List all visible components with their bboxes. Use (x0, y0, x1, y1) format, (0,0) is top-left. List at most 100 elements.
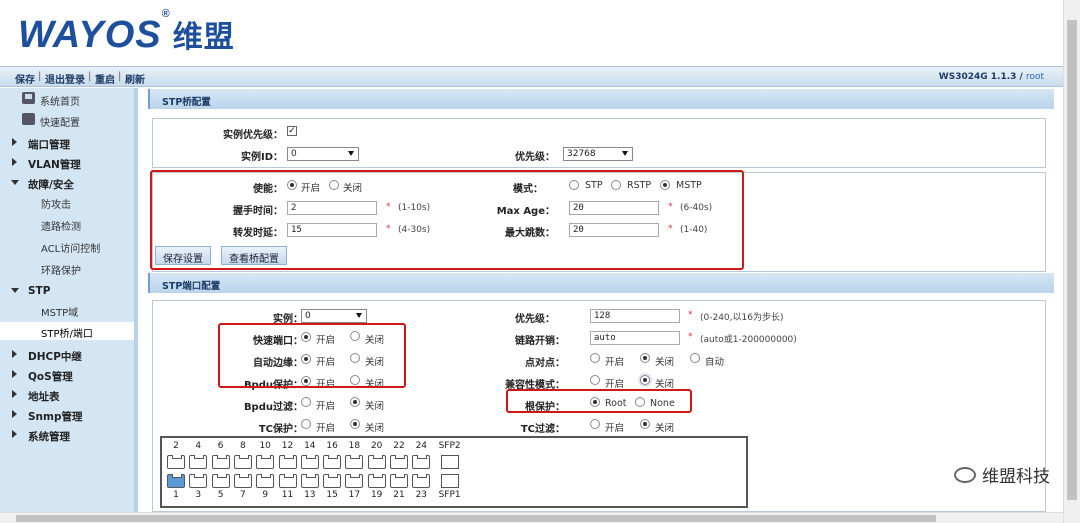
switch-port-8[interactable] (233, 455, 252, 469)
port-number-label: 9 (262, 490, 269, 500)
switch-port-13[interactable] (300, 474, 319, 488)
bpdu-filter-on-radio[interactable] (301, 397, 311, 407)
sidebar-item-stp-bridge[interactable]: STP桥/端口 (0, 322, 134, 340)
switch-port-3[interactable] (189, 474, 208, 488)
switch-port-1[interactable] (167, 474, 185, 488)
bpdu-filter-off-radio[interactable] (350, 397, 360, 407)
sidebar-item-sys[interactable]: 系统管理 (0, 426, 134, 444)
sidebar-item-vlan[interactable]: VLAN管理 (0, 154, 134, 172)
scroll-thumb[interactable] (1067, 20, 1077, 500)
required-mark: * (688, 310, 693, 320)
vertical-scrollbar[interactable] (1063, 0, 1080, 523)
switch-port-24[interactable] (412, 455, 431, 469)
brand-logo: WAYOS®维盟 (18, 8, 235, 56)
sidebar-item-quick-config[interactable]: 快速配置 (0, 111, 134, 129)
switch-port-10[interactable] (256, 455, 275, 469)
port-number-label: 2 (173, 441, 179, 451)
compat-on-radio[interactable] (590, 375, 600, 385)
horizontal-scrollbar[interactable] (0, 512, 1063, 523)
switch-port-15[interactable] (323, 474, 342, 488)
toolbar-separator: | (88, 71, 92, 82)
sidebar-item-snmp[interactable]: Snmp管理 (0, 406, 134, 424)
main-content: STP桥配置 实例优先级： ✓ 实例ID： 0 优先级： 32768 使能： 开… (144, 88, 1058, 513)
user-link[interactable]: root (1026, 72, 1044, 82)
switch-port-16[interactable] (323, 455, 342, 469)
switch-port-21[interactable] (390, 474, 408, 488)
switch-port-22[interactable] (390, 455, 408, 469)
port-number-label: 22 (393, 441, 405, 451)
tc-guard-label: TC保护： (258, 424, 303, 435)
sidebar-item-home[interactable]: 系统首页 (0, 90, 134, 108)
switch-port-5[interactable] (211, 474, 230, 488)
port-instance-select[interactable]: 0 (301, 309, 367, 323)
tc-filter-on-radio[interactable] (590, 419, 600, 429)
reboot-button[interactable]: 重启 (95, 71, 115, 86)
compat-off-radio[interactable] (640, 375, 650, 385)
sidebar-item-acl[interactable]: ACL访问控制 (0, 237, 134, 255)
chevron-down-icon (11, 288, 19, 293)
top-toolbar: 保存 | 退出登录 | 重启 | 刷新 WS3024G 1.1.3 / root (0, 66, 1080, 87)
bpdu-filter-on-text: 开启 (316, 401, 336, 412)
chevron-right-icon (12, 158, 17, 166)
highlight-box (506, 389, 692, 413)
link-cost-range: (auto或1-200000000) (700, 335, 797, 345)
save-button[interactable]: 保存 (15, 71, 35, 86)
version-label: WS3024G 1.1.3 / root (938, 72, 1044, 82)
sidebar-item-qos[interactable]: QoS管理 (0, 366, 134, 384)
p2p-on-radio[interactable] (590, 353, 600, 363)
sidebar-item-ring-protect[interactable]: 环路保护 (0, 259, 134, 277)
p2p-off-radio[interactable] (640, 353, 650, 363)
chevron-down-icon (356, 313, 362, 318)
p2p-auto-radio[interactable] (690, 353, 700, 363)
sidebar-item-addr[interactable]: 地址表 (0, 386, 134, 404)
switch-port-SFP2[interactable] (440, 455, 459, 469)
sidebar-item-port-mgmt[interactable]: 端口管理 (0, 134, 134, 152)
port-number-label: 13 (304, 490, 316, 500)
port-number-label: 24 (415, 441, 428, 451)
scroll-thumb[interactable] (16, 515, 936, 522)
sidebar-item-stp[interactable]: STP (0, 282, 134, 300)
switch-port-4[interactable] (189, 455, 208, 469)
instance-id-select[interactable]: 0 (287, 147, 359, 161)
sidebar-item-loop-detect[interactable]: 遗路检测 (0, 215, 134, 233)
link-cost-input[interactable]: auto (590, 331, 680, 345)
tc-guard-on-radio[interactable] (301, 419, 311, 429)
logout-button[interactable]: 退出登录 (45, 71, 85, 86)
tc-guard-off-radio[interactable] (350, 419, 360, 429)
switch-port-7[interactable] (233, 474, 252, 488)
switch-port-6[interactable] (211, 455, 230, 469)
chevron-right-icon (12, 390, 17, 398)
switch-port-2[interactable] (167, 455, 185, 469)
switch-port-14[interactable] (300, 455, 319, 469)
chevron-right-icon (12, 410, 17, 418)
app-header: WAYOS®维盟 (0, 0, 1080, 66)
switch-port-18[interactable] (345, 455, 364, 469)
switch-port-20[interactable] (367, 455, 386, 469)
sidebar-item-dhcp[interactable]: DHCP中继 (0, 346, 134, 364)
bpdu-filter-off-text: 关闭 (365, 401, 385, 412)
switch-port-19[interactable] (367, 474, 386, 488)
switch-port-12[interactable] (278, 455, 297, 469)
port-number-label: 3 (195, 490, 202, 500)
port-priority-label: 优先级： (515, 314, 555, 325)
port-number-label: 12 (281, 441, 294, 451)
highlight-box (150, 170, 744, 270)
chevron-right-icon (12, 370, 17, 378)
bridge-priority-select[interactable]: 32768 (563, 147, 633, 161)
sidebar-item-mstp[interactable]: MSTP域 (0, 301, 134, 319)
p2p-off-text: 关闭 (655, 357, 675, 368)
p2p-auto-text: 自动 (705, 357, 725, 368)
port-number-label: 6 (217, 441, 224, 451)
refresh-button[interactable]: 刷新 (125, 71, 145, 86)
sidebar-item-anti-attack[interactable]: 防攻击 (0, 193, 134, 211)
tc-filter-off-radio[interactable] (640, 419, 650, 429)
switch-port-SFP1[interactable] (440, 474, 459, 488)
instance-priority-checkbox[interactable]: ✓ (287, 126, 297, 136)
toolbar-separator: | (118, 71, 122, 82)
switch-port-23[interactable] (412, 474, 431, 488)
sidebar-item-fault-security[interactable]: 故障/安全 (0, 174, 134, 192)
switch-port-17[interactable] (345, 474, 364, 488)
switch-port-9[interactable] (256, 474, 275, 488)
port-priority-input[interactable]: 128 (590, 309, 680, 323)
switch-port-11[interactable] (278, 474, 297, 488)
